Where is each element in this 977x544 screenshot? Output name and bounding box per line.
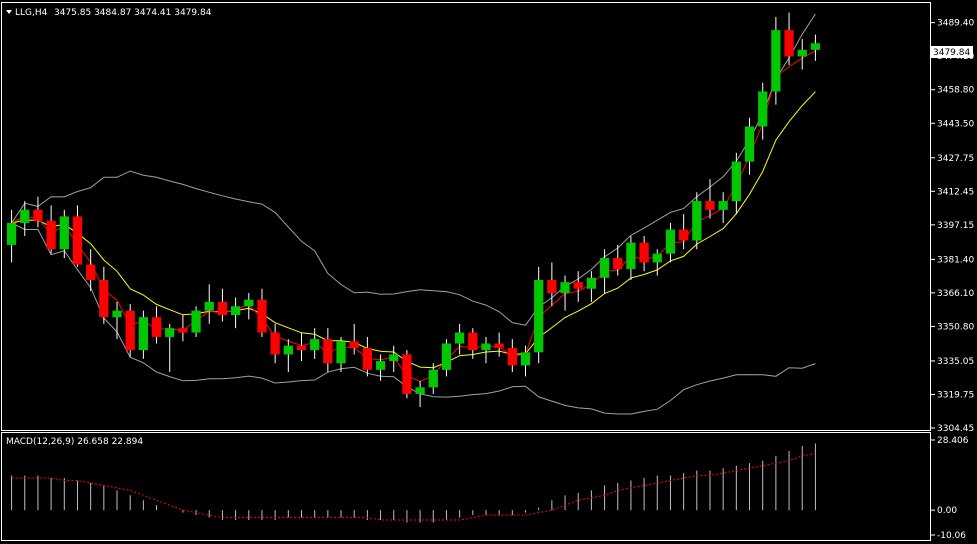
bear-candle (468, 332, 478, 351)
bear-candle (178, 328, 188, 333)
bull-candle (744, 126, 755, 162)
price-tick-label: 3412.45 (937, 187, 974, 197)
bear-candle (639, 242, 649, 263)
bull-candle (336, 341, 346, 364)
price-tick-label: 3304.45 (937, 424, 974, 434)
bear-candle (705, 201, 715, 210)
bear-candle (86, 264, 96, 280)
symbol-label: LLG,H4 (15, 8, 48, 18)
macd-axis: 28.406 0.00 -10.06 (931, 436, 969, 541)
bear-candle (573, 282, 583, 289)
macd-signal-line (11, 452, 816, 521)
bull-candle (626, 242, 636, 269)
bull-candle (204, 301, 214, 311)
price-tick-label: 3381.40 (937, 255, 974, 265)
bull-candle (810, 43, 821, 50)
bull-candle (112, 310, 122, 318)
bull-candle (283, 345, 293, 355)
bull-candle (455, 332, 465, 344)
bull-candle (191, 310, 201, 333)
bull-candle (520, 352, 531, 366)
ohlc-readout: 3475.85 3484.87 3474.41 3479.84 (54, 8, 212, 18)
price-panel-frame (1, 2, 931, 431)
bear-candle (323, 339, 333, 364)
macd-tick-label: -10.06 (937, 531, 966, 541)
bear-candle (679, 229, 689, 241)
bull-candle (758, 91, 768, 127)
bull-candle (731, 161, 741, 202)
bull-candle (441, 343, 452, 370)
bear-candle (349, 341, 359, 348)
bull-candle (389, 354, 399, 362)
price-tick-label: 3335.05 (937, 357, 974, 367)
macd-histogram (11, 443, 816, 523)
bear-candle (296, 345, 307, 351)
price-tick-label: 3443.50 (937, 119, 974, 129)
bear-candle (125, 310, 135, 351)
bear-candle (613, 258, 623, 269)
price-tick-label: 3489.40 (937, 19, 974, 29)
bear-candle (151, 317, 162, 337)
bear-candle (362, 347, 372, 370)
bull-candle (586, 277, 597, 289)
bull-candle (6, 222, 17, 245)
bull-candle (771, 30, 781, 92)
bull-candle (599, 258, 610, 278)
bear-candle (217, 301, 228, 316)
bear-candle (99, 279, 109, 318)
bear-candle (494, 343, 504, 348)
bull-candle (718, 201, 728, 210)
bull-candle (59, 216, 69, 250)
bear-candle (547, 279, 557, 294)
bear-candle (33, 209, 43, 221)
macd-label: MACD(12,26,9) 26.658 22.894 (6, 437, 143, 447)
macd-panel-frame (1, 432, 931, 541)
bull-candle (665, 229, 676, 254)
price-tick-label: 3427.75 (937, 154, 974, 164)
bull-candle (534, 279, 544, 353)
bear-candle (257, 299, 267, 333)
price-tick-label: 3366.10 (937, 289, 974, 299)
current-price-label: 3479.84 (933, 48, 970, 58)
bear-candle (784, 30, 794, 57)
bull-candle (415, 387, 425, 394)
bull-candle (375, 361, 386, 370)
bull-candle (797, 49, 807, 57)
bollinger-upper (11, 13, 816, 326)
bull-candle (481, 343, 491, 351)
bear-candle (507, 347, 517, 366)
bull-candle (428, 369, 438, 388)
macd-tick-label: 0.00 (937, 506, 957, 516)
bull-candle (20, 209, 30, 223)
bear-candle (402, 354, 412, 394)
bear-candle (72, 216, 83, 265)
bull-candle (560, 282, 570, 294)
price-tick-label: 3397.15 (937, 221, 974, 231)
chart-canvas[interactable]: 3489.403474.103458.803443.503427.753412.… (0, 0, 977, 544)
bull-candle (310, 339, 320, 351)
bull-candle (652, 253, 662, 263)
triangle-down-icon[interactable] (6, 10, 12, 14)
bull-candle (138, 317, 148, 351)
bear-candle (270, 332, 280, 355)
bull-candle (244, 299, 254, 307)
bull-candle (692, 201, 702, 241)
price-tick-label: 3458.80 (937, 86, 974, 96)
bear-candle (46, 220, 56, 250)
macd-tick-label: 28.406 (937, 436, 969, 446)
candlestick-series (6, 12, 821, 408)
bull-candle (230, 306, 241, 316)
price-tick-label: 3350.80 (937, 322, 974, 332)
price-axis: 3489.403474.103458.803443.503427.753412.… (931, 19, 974, 434)
price-tick-label: 3319.75 (937, 390, 974, 400)
bull-candle (165, 328, 175, 337)
